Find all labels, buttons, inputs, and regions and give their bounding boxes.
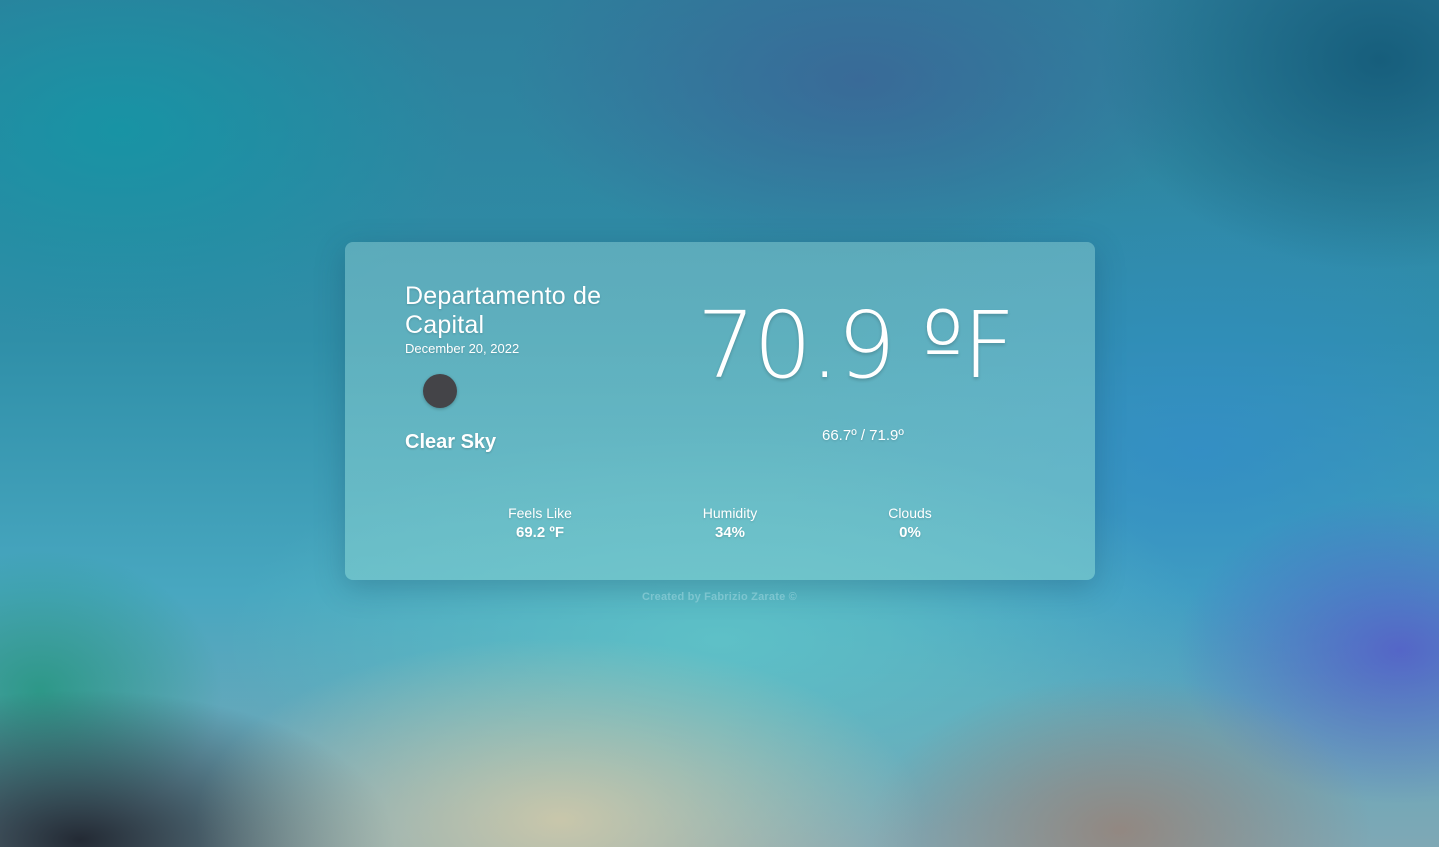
clouds-label: Clouds [888,505,932,521]
feels-like-value: 69.2 ºF [515,524,564,541]
weather-description: Clear Sky [405,431,497,453]
clouds-stat: Clouds 0% [850,505,970,542]
humidity-value: 34% [714,524,746,541]
clouds-value: 0% [899,524,921,541]
feels-like-label: Feels Like [508,505,572,521]
weather-card: Departamento de Capital December 20, 202… [345,242,1095,580]
humidity-stat: Humidity 34% [670,505,790,542]
weather-page: { "location": { "city": "Departamento de… [0,0,1439,847]
footer-credit: Created by Fabrizio Zarate © [642,591,797,603]
humidity-label: Humidity [702,505,758,521]
min-max-temperature: 66.7º / 71.9º [822,427,904,444]
feels-like-stat: Feels Like 69.2 ºF [480,505,600,542]
current-date: December 20, 2022 [405,341,520,356]
city-name: Departamento de Capital [405,282,602,339]
current-temperature: 70.9 ºF [697,292,1015,399]
weather-icon [423,374,457,408]
